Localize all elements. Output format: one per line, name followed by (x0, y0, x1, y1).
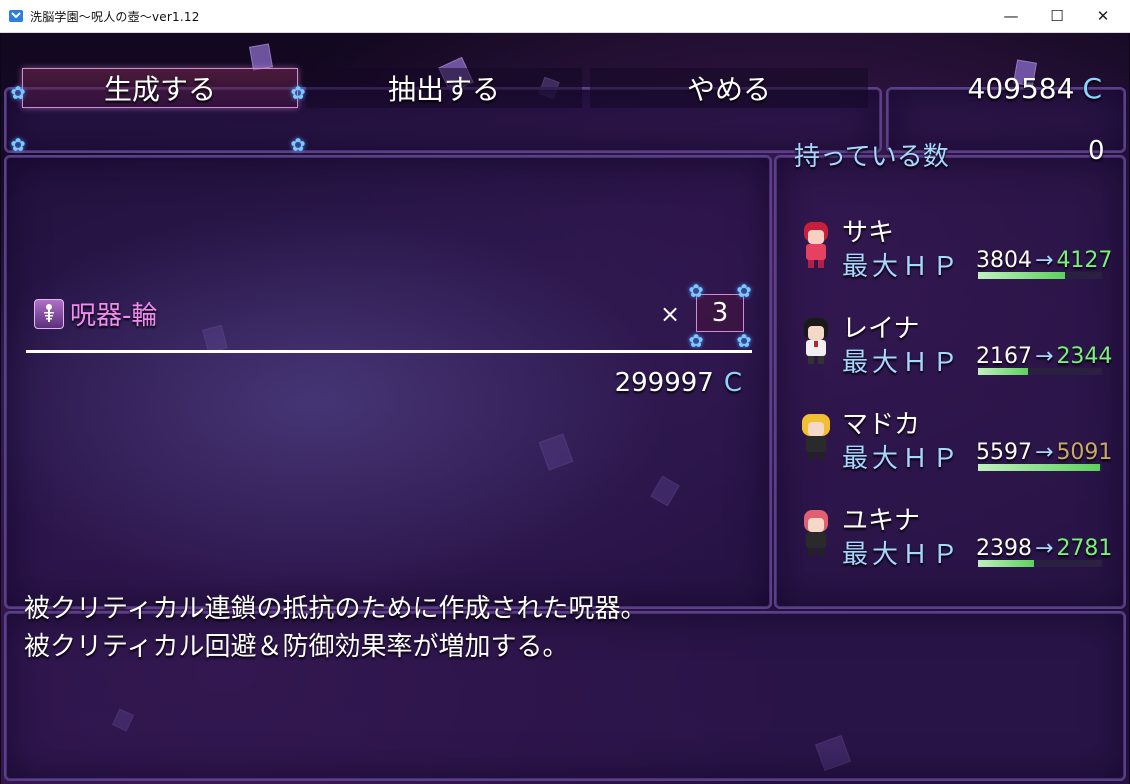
help-line-2: 被クリティカル回避＆防御効果率が増加する。 (24, 632, 569, 662)
hp-gauge (978, 464, 1102, 471)
hp-current: 2167 (976, 344, 1032, 369)
item-row[interactable]: 呪器-輪 (34, 295, 157, 332)
total-unit: C (723, 368, 742, 398)
actor-row: レイナ 最大ＨＰ 2167 → 2344 (796, 314, 1116, 406)
hp-gauge (978, 560, 1102, 567)
arrow-right-icon: → (1035, 440, 1054, 465)
actor-name: サキ (842, 218, 895, 248)
close-button[interactable]: ✕ (1080, 0, 1126, 32)
times-symbol: × (660, 300, 681, 328)
arrow-right-icon: → (1035, 536, 1054, 561)
max-hp-label: 最大ＨＰ (842, 540, 963, 570)
hp-current: 5597 (976, 440, 1032, 465)
skeleton-item-icon (34, 298, 64, 329)
cursor-flower-icon: ✿ (688, 281, 704, 302)
max-hp-label: 最大ＨＰ (842, 444, 963, 474)
hp-new: 5091 (1056, 440, 1113, 465)
arrow-right-icon: → (1035, 344, 1054, 369)
total-cost: 299997 C (615, 368, 742, 398)
floating-paper-decoration (249, 43, 273, 71)
actor-row: マドカ 最大ＨＰ 5597 → 5091 (796, 410, 1116, 502)
command-generate[interactable]: 生成する (22, 68, 298, 108)
actor-name: レイナ (842, 314, 920, 344)
window-title: 洗脳学園～呪人の壺～ver1.12 (30, 9, 200, 24)
max-hp-label: 最大ＨＰ (842, 252, 963, 282)
madoka-avatar (802, 414, 830, 460)
cursor-flower-icon: ✿ (736, 281, 752, 302)
reina-avatar (804, 318, 828, 364)
hp-change: 5597 → 5091 (976, 440, 1112, 465)
cursor-flower-icon: ✿ (290, 135, 306, 156)
hp-change: 3804 → 4127 (976, 248, 1112, 273)
hp-gauge (978, 272, 1102, 279)
owned-count-label: 持っている数 (794, 142, 949, 172)
item-underline (26, 350, 752, 353)
hp-change: 2398 → 2781 (976, 536, 1112, 561)
command-extract[interactable]: 抽出する (306, 68, 582, 108)
help-line-1: 被クリティカル連鎖の抵抗のために作成された呪器。 (24, 594, 647, 624)
hp-new: 4127 (1056, 248, 1113, 273)
arrow-right-icon: → (1035, 248, 1054, 273)
yukina-avatar (804, 510, 828, 556)
item-name: 呪器-輪 (70, 301, 158, 331)
window-titlebar: 洗脳学園～呪人の壺～ver1.12 — ☐ ✕ (0, 0, 1130, 33)
hp-new: 2344 (1056, 344, 1113, 369)
minimize-button[interactable]: — (988, 0, 1034, 32)
actor-row: ユキナ 最大ＨＰ 2398 → 2781 (796, 506, 1116, 598)
cursor-flower-icon: ✿ (290, 83, 306, 104)
saki-avatar (804, 222, 828, 268)
cursor-flower-icon: ✿ (10, 83, 26, 104)
hp-current: 2398 (976, 536, 1032, 561)
max-hp-label: 最大ＨＰ (842, 348, 963, 378)
app-icon (9, 10, 23, 22)
actor-name: ユキナ (842, 506, 921, 536)
help-description: 被クリティカル連鎖の抵抗のために作成された呪器。 被クリティカル回避＆防御効果率… (24, 590, 646, 666)
cursor-flower-icon: ✿ (10, 135, 26, 156)
actor-name: マドカ (842, 410, 921, 440)
actor-row: サキ 最大ＨＰ 3804 → 4127 (796, 218, 1116, 310)
gold-unit: C (1082, 71, 1102, 105)
total-amount: 299997 (614, 368, 714, 398)
hp-gauge (978, 368, 1102, 375)
command-cancel[interactable]: やめる (590, 68, 868, 108)
owned-count-value: 0 (1088, 136, 1105, 166)
hp-current: 3804 (976, 248, 1032, 273)
gold-amount: 409584 (967, 71, 1075, 105)
hp-new: 2781 (1056, 536, 1113, 561)
gold-display: 409584 C (968, 68, 1102, 108)
game-screen (1, 33, 1129, 784)
hp-change: 2167 → 2344 (976, 344, 1112, 369)
maximize-button[interactable]: ☐ (1034, 0, 1080, 32)
